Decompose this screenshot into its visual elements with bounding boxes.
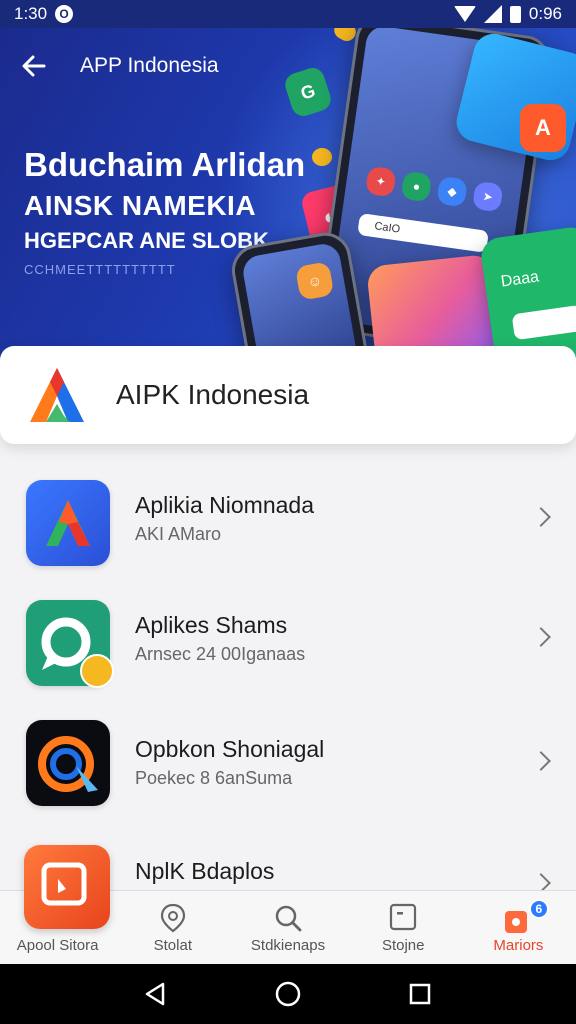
hero-banner: APP Indonesia Bduchaim Arlidan AINSK NAM… [0,28,576,368]
square-arrow-icon [24,845,110,929]
tab-label: Mariors [493,937,544,954]
list-item-title: Aplikia Niomnada [135,492,314,518]
location-pin-icon [160,903,185,933]
chat-bubble-icon [26,600,114,688]
system-navigation-bar [0,964,576,1024]
status-bar: 1:30 O 0:96 [0,0,576,28]
battery-text: 0:96 [528,4,562,23]
square-recents-icon [409,983,431,1005]
tab-label: Stdkienaps [250,937,326,954]
tab-label: Stojne [381,937,425,954]
tab-store[interactable]: Apool Sitora [0,845,115,964]
a-logo-icon [26,480,110,566]
notification-icon: O [55,5,74,23]
hero-headline: Bduchaim Arlidan [24,146,306,183]
hero-subline-1: AINSK NAMEKIA [24,190,257,221]
app-name: AIPK Indonesia [116,379,310,410]
tab-stojne[interactable]: Stojne [346,891,461,964]
back-button[interactable] [18,50,50,82]
floating-app-icon: A [520,104,566,152]
badge-icon [80,654,114,688]
list-item[interactable]: Aplikia Niomnada AKI AMaro [0,458,576,576]
list-item-subtitle: AKI AMaro [135,524,222,544]
arrow-left-icon [22,55,46,77]
battery-icon [509,5,521,23]
list-item-title: Opbkon Shoniagal [135,736,325,762]
tab-search[interactable]: Stdkienaps [230,891,345,964]
signal-icon [483,5,502,23]
tab-stolat[interactable]: Stolat [115,891,230,964]
list-item[interactable]: Opbkon Shoniagal Poekec 8 6anSuma [0,700,576,818]
tab-mariors[interactable]: 6 Mariors [461,891,576,964]
system-back-button[interactable] [136,974,176,1014]
search-icon [275,905,302,932]
status-time: 1:30 [14,4,48,23]
list-item-title: Aplikes Shams [135,612,288,638]
list-item[interactable]: Aplikes Shams Arnsec 24 00Iganaas [0,578,576,696]
chevron-right-icon [531,751,551,771]
system-recents-button[interactable] [400,974,440,1014]
system-home-button[interactable] [268,974,308,1014]
triangle-back-icon [145,982,165,1006]
hero-tagline: CCHMEETTTTTTTTTT [24,262,176,277]
bottom-navigation: Apool Sitora Stolat Stdkienaps Stojne 6 … [0,845,576,964]
app-logo-icon [26,364,88,426]
hero-subline-2: HGEPCAR ANE SLOBK [24,228,269,253]
notification-badge: 6 [528,899,549,919]
floating-card-label: Daaa [499,268,541,291]
app-header-card: AIPK Indonesia [0,346,576,444]
page-title: APP Indonesia [80,54,219,77]
tab-label: Apool Sitora [16,937,99,954]
chevron-right-icon [531,627,551,647]
tab-label: Stolat [153,937,192,954]
list-item-subtitle: Poekec 8 6anSuma [135,768,293,788]
compass-pen-icon [26,720,110,806]
chevron-right-icon [531,507,551,527]
wifi-icon [453,6,476,22]
floating-app-icon [312,148,332,166]
square-icon [390,903,417,931]
circle-home-icon [275,981,301,1007]
mini-search-text: CaIO [373,220,401,236]
list-item-subtitle: Arnsec 24 00Iganaas [135,644,306,664]
list-item-title: NplK Bdaplos [135,858,275,884]
